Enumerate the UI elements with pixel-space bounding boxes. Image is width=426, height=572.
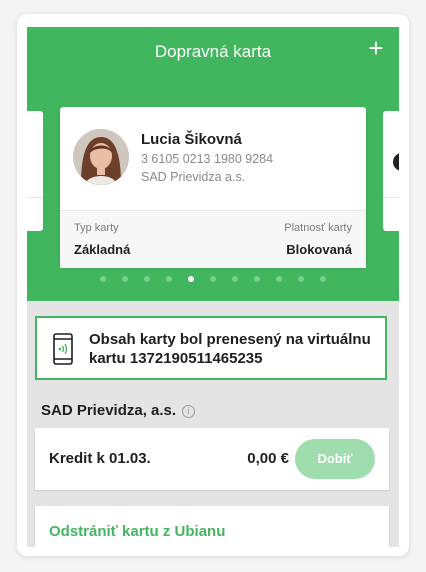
- card-operator: SAD Prievidza a.s.: [141, 170, 246, 184]
- avatar: [73, 129, 129, 185]
- avatar-photo-icon: [73, 129, 129, 185]
- avatar: [393, 153, 399, 171]
- carousel-pagination: [27, 276, 399, 282]
- card-type-value: Základná: [74, 242, 131, 257]
- add-card-button[interactable]: +: [363, 35, 389, 61]
- carousel-dot[interactable]: [232, 276, 238, 282]
- operator-name: SAD Prievidza, a.s.: [41, 402, 177, 419]
- carousel-dot[interactable]: [276, 276, 282, 282]
- next-card-peek[interactable]: [383, 111, 399, 231]
- carousel-dot[interactable]: [122, 276, 128, 282]
- card-divider: [383, 197, 399, 198]
- carousel-dot[interactable]: [254, 276, 260, 282]
- operator-section-label: SAD Prievidza, a.s. i: [41, 402, 196, 419]
- page-title: Dopravná karta: [154, 42, 272, 61]
- carousel-dot[interactable]: [298, 276, 304, 282]
- info-icon[interactable]: i: [182, 405, 196, 418]
- carousel-dot[interactable]: [166, 276, 172, 282]
- device-frame: Dopravná karta + Lucia Šikovná 3 6105 02…: [17, 14, 409, 556]
- card-number: 3 6105 0213 1980 9284: [141, 152, 274, 166]
- previous-card-peek[interactable]: [27, 111, 43, 231]
- transfer-notice: Obsah karty bol prenesený na virtuálnu k…: [35, 316, 387, 380]
- card-holder-name: Lucia Šikovná: [141, 131, 242, 148]
- credit-row: Kredit k 01.03. 0,00 € Dobiť: [35, 428, 389, 490]
- phone-nfc-icon: [53, 333, 73, 365]
- card-details: Typ karty Základná Platnosť karty Blokov…: [60, 210, 366, 268]
- app-screen: Dopravná karta + Lucia Šikovná 3 6105 02…: [27, 27, 399, 547]
- card-type-label: Typ karty: [74, 222, 119, 234]
- card-divider: [27, 197, 43, 198]
- notice-text: Obsah karty bol prenesený na virtuálnu k…: [89, 331, 371, 367]
- credit-value: 0,00 €: [247, 450, 289, 467]
- carousel-dot[interactable]: [100, 276, 106, 282]
- carousel-dot[interactable]: [144, 276, 150, 282]
- carousel-dot[interactable]: [210, 276, 216, 282]
- transport-card[interactable]: Lucia Šikovná 3 6105 0213 1980 9284 SAD …: [60, 107, 366, 268]
- carousel-dot[interactable]: [188, 276, 194, 282]
- card-validity-label: Platnosť karty: [284, 222, 352, 234]
- credit-label: Kredit k 01.03.: [49, 450, 151, 467]
- topup-button[interactable]: Dobiť: [295, 439, 375, 479]
- card-header: Dopravná karta + Lucia Šikovná 3 6105 02…: [27, 27, 399, 301]
- carousel-dot[interactable]: [320, 276, 326, 282]
- remove-card-row[interactable]: Odstrániť kartu z Ubianu: [35, 506, 389, 547]
- card-validity-value: Blokovaná: [286, 242, 352, 257]
- remove-card-link[interactable]: Odstrániť kartu z Ubianu: [49, 523, 225, 540]
